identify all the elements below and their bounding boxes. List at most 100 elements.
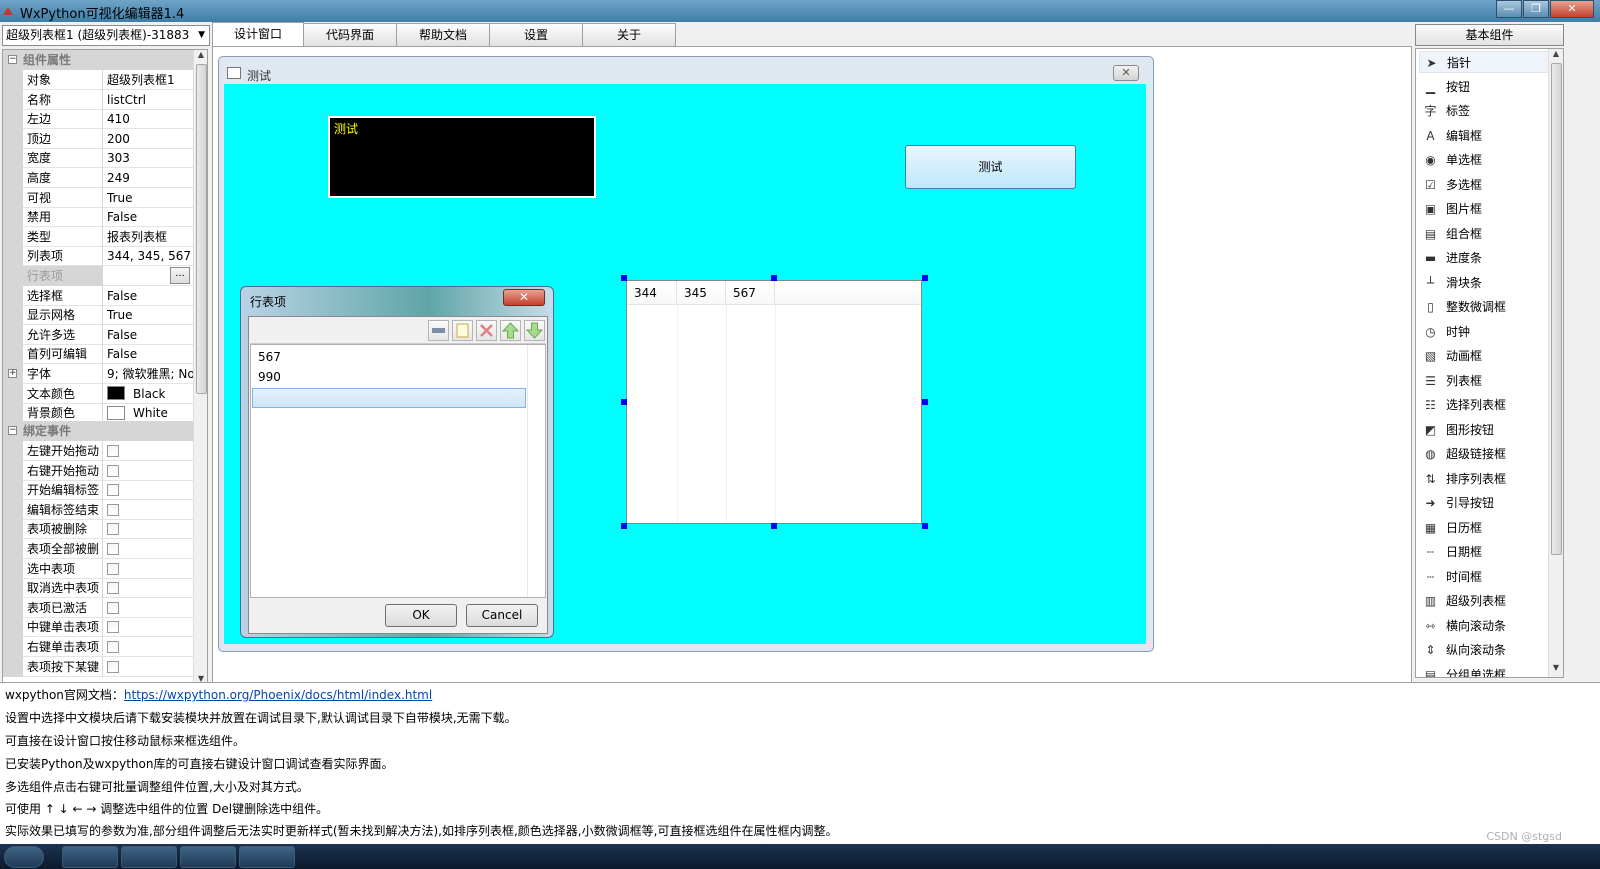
event-checkbox[interactable]: [107, 660, 119, 673]
event-row[interactable]: 表项已激活: [3, 597, 195, 618]
event-row[interactable]: 选中表项: [3, 558, 195, 579]
palette-item[interactable]: ◉ 单选框: [1419, 149, 1549, 171]
event-checkbox[interactable]: [107, 621, 119, 634]
resize-handle[interactable]: [621, 399, 627, 405]
event-row[interactable]: 开始编辑标签: [3, 480, 195, 501]
property-value[interactable]: True: [103, 188, 195, 208]
scroll-down-icon[interactable]: ▼: [1549, 663, 1563, 677]
event-row[interactable]: 左键开始拖动: [3, 441, 195, 461]
palette-item[interactable]: ▁ 按钮: [1419, 76, 1549, 98]
item-edit-field[interactable]: [252, 388, 526, 408]
property-row[interactable]: 可视 True: [3, 187, 195, 208]
property-value[interactable]: 200: [103, 129, 195, 149]
move-up-icon[interactable]: [500, 320, 521, 341]
property-row[interactable]: 显示网格 True: [3, 305, 195, 326]
collapse-icon[interactable]: −: [8, 426, 17, 435]
palette-item[interactable]: ▤ 分组单选框: [1419, 664, 1549, 678]
resize-handle[interactable]: [922, 523, 928, 529]
palette-item[interactable]: ☰ 列表框: [1419, 370, 1549, 392]
palette-item[interactable]: ▤ 组合框: [1419, 223, 1549, 245]
component-palette[interactable]: ➤ 指针 ▁ 按钮字标签 A 编辑框 ◉ 单选框 ☑ 多选框 ▣ 图片框 ▤ 组合框 ▬ 进度条 ┴ 滑块条 ▯ 整数…: [1415, 48, 1564, 678]
category-events[interactable]: − 绑定事件: [3, 421, 195, 441]
property-value[interactable]: 9; 微软雅黑; Nor: [103, 364, 195, 384]
event-checkbox[interactable]: [107, 464, 119, 477]
move-down-icon[interactable]: [524, 320, 545, 341]
event-row[interactable]: 中键单击表项: [3, 617, 195, 638]
collapse-icon[interactable]: −: [8, 55, 17, 64]
taskbar-app[interactable]: [62, 846, 118, 868]
scroll-thumb[interactable]: [1551, 63, 1562, 555]
column-header[interactable]: 567: [726, 281, 775, 305]
event-checkbox[interactable]: [107, 523, 119, 536]
palette-item[interactable]: ▣ 图片框: [1419, 198, 1549, 220]
property-value[interactable]: 报表列表框: [103, 227, 195, 247]
event-checkbox[interactable]: [107, 445, 119, 457]
event-row[interactable]: 编辑标签结束: [3, 499, 195, 520]
category-component-props[interactable]: − 组件属性: [3, 50, 195, 70]
static-text-widget[interactable]: 测试: [328, 116, 596, 198]
delete-item-icon[interactable]: [476, 320, 497, 341]
palette-item[interactable]: ┄ 时间框: [1419, 566, 1549, 588]
property-grid[interactable]: − 组件属性 对象 超级列表框1 名称 listCtrl 左边 410 顶边 200 宽度 303…: [2, 49, 208, 689]
dialog-close-button[interactable]: ✕: [503, 289, 545, 306]
ok-button[interactable]: OK: [385, 604, 457, 627]
dialog-item-list[interactable]: 567 990: [250, 344, 546, 598]
property-row[interactable]: 名称 listCtrl: [3, 89, 195, 110]
palette-item[interactable]: ⇅ 排序列表框: [1419, 468, 1549, 490]
tab-code[interactable]: 代码界面: [303, 23, 397, 46]
palette-item[interactable]: ⇿ 横向滚动条: [1419, 615, 1549, 637]
event-row[interactable]: 表项全部被删: [3, 539, 195, 559]
event-row[interactable]: 右键开始拖动: [3, 460, 195, 481]
taskbar-app[interactable]: [180, 846, 236, 868]
start-button[interactable]: [4, 846, 44, 868]
list-view-icon[interactable]: [428, 320, 449, 341]
test-button-widget[interactable]: 测试: [905, 145, 1076, 189]
event-checkbox[interactable]: [107, 484, 119, 497]
maximize-button[interactable]: ❐: [1523, 0, 1549, 18]
tab-help[interactable]: 帮助文档: [396, 23, 490, 46]
property-row[interactable]: 文本颜色 Black: [3, 383, 195, 404]
palette-item[interactable]: ☷ 选择列表框: [1419, 394, 1549, 416]
property-row[interactable]: 高度 249: [3, 168, 195, 188]
palette-item[interactable]: ◩ 图形按钮: [1419, 419, 1549, 441]
color-swatch[interactable]: [107, 405, 125, 420]
property-row[interactable]: 允许多选 False: [3, 324, 195, 345]
listctrl-widget[interactable]: 344 345 567: [626, 280, 922, 524]
property-row[interactable]: 首列可编辑 False: [3, 344, 195, 365]
event-row[interactable]: 表项按下某键: [3, 656, 195, 677]
scroll-up-icon[interactable]: ▲: [194, 50, 207, 64]
property-value[interactable]: 410: [103, 109, 195, 129]
property-scrollbar[interactable]: ▲ ▼: [193, 50, 207, 688]
object-select[interactable]: 超级列表框1 (超级列表框)-31883 ▼: [2, 25, 210, 46]
browse-button[interactable]: ...: [170, 267, 190, 284]
palette-item[interactable]: ┄ 日期框: [1419, 541, 1549, 563]
property-row[interactable]: 左边 410: [3, 109, 195, 130]
property-row[interactable]: + 字体 9; 微软雅黑; Nor: [3, 364, 195, 384]
tab-settings[interactable]: 设置: [489, 23, 583, 46]
resize-handle[interactable]: [922, 275, 928, 281]
close-button[interactable]: ✕: [1550, 0, 1594, 18]
doc-link[interactable]: https://wxpython.org/Phoenix/docs/html/i…: [124, 688, 432, 702]
frame-close-button[interactable]: ✕: [1113, 65, 1139, 81]
property-row[interactable]: 宽度 303: [3, 148, 195, 169]
property-row[interactable]: 顶边 200: [3, 128, 195, 149]
palette-item[interactable]: ➜ 引导按钮: [1419, 492, 1549, 514]
palette-scrollbar[interactable]: ▲ ▼: [1548, 49, 1563, 677]
property-value[interactable]: False: [103, 207, 195, 227]
property-row[interactable]: 禁用 False: [3, 207, 195, 228]
property-row[interactable]: 选择框 False: [3, 285, 195, 306]
minimize-button[interactable]: —: [1496, 0, 1522, 18]
resize-handle[interactable]: [922, 399, 928, 405]
palette-item[interactable]: ▬ 进度条: [1419, 247, 1549, 269]
property-row[interactable]: 对象 超级列表框1: [3, 70, 195, 90]
event-checkbox[interactable]: [107, 601, 119, 614]
tab-design[interactable]: 设计窗口: [212, 22, 304, 46]
palette-item[interactable]: ▯ 整数微调框: [1419, 296, 1549, 318]
event-checkbox[interactable]: [107, 543, 119, 555]
tab-about[interactable]: 关于: [582, 23, 676, 46]
event-checkbox[interactable]: [107, 503, 119, 516]
resize-handle[interactable]: [771, 275, 777, 281]
palette-item[interactable]: ➤ 指针: [1419, 51, 1549, 73]
palette-item[interactable]: A 编辑框: [1419, 125, 1549, 147]
new-item-icon[interactable]: [452, 320, 473, 341]
